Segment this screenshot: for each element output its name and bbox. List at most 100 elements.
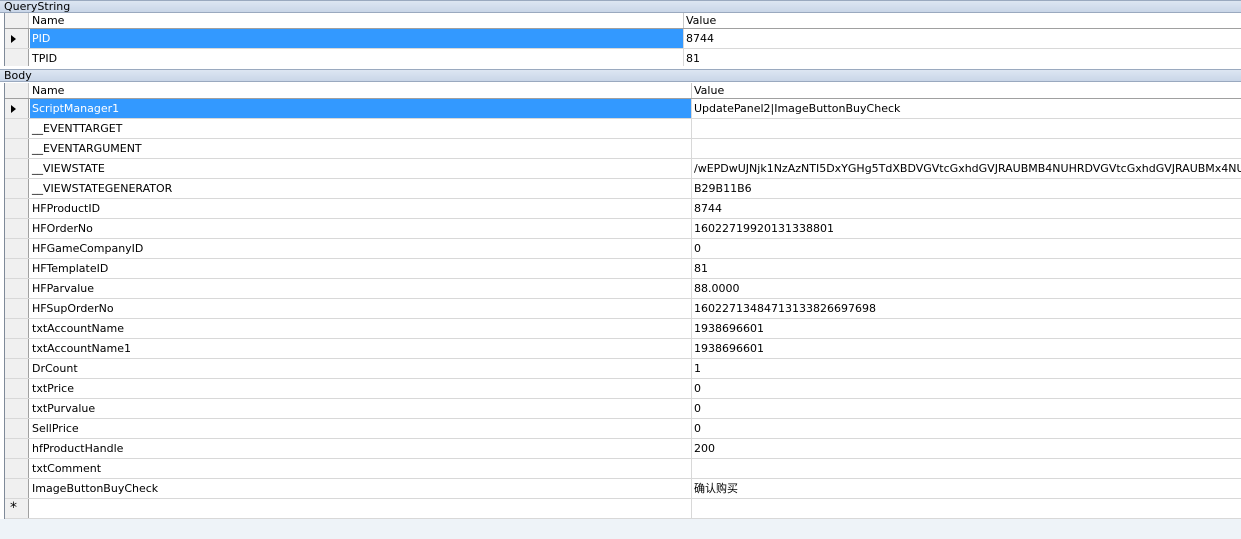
body-row[interactable]: hfProductHandle 200 xyxy=(5,439,1241,459)
grid-empty-area xyxy=(0,519,1241,539)
row-selector[interactable] xyxy=(5,399,29,418)
name-cell[interactable]: __EVENTARGUMENT xyxy=(30,139,692,158)
row-selector[interactable] xyxy=(5,339,29,358)
row-selector[interactable] xyxy=(5,299,29,318)
value-cell[interactable]: 8744 xyxy=(692,199,1241,218)
row-selector[interactable] xyxy=(5,379,29,398)
body-row[interactable]: __EVENTTARGET xyxy=(5,119,1241,139)
row-selector[interactable] xyxy=(5,319,29,338)
value-cell[interactable] xyxy=(692,119,1241,138)
row-selector[interactable] xyxy=(5,259,29,278)
name-cell[interactable]: txtPrice xyxy=(30,379,692,398)
name-cell[interactable]: PID xyxy=(30,29,684,48)
name-cell[interactable]: HFParvalue xyxy=(30,279,692,298)
row-selector[interactable]: * xyxy=(5,499,29,518)
body-row[interactable]: HFSupOrderNo 16022713484713133826697698 xyxy=(5,299,1241,319)
body-row[interactable]: __EVENTARGUMENT xyxy=(5,139,1241,159)
name-cell[interactable]: SellPrice xyxy=(30,419,692,438)
body-row[interactable]: __VIEWSTATE/wEPDwUJNjk1NzAzNTI5DxYGHg5Td… xyxy=(5,159,1241,179)
value-cell[interactable]: 0 xyxy=(692,239,1241,258)
name-cell[interactable]: ImageButtonBuyCheck xyxy=(30,479,692,498)
row-selector[interactable] xyxy=(5,359,29,378)
body-row[interactable]: ScriptManager1 UpdatePanel2|ImageButtonBu… xyxy=(5,99,1241,119)
body-row[interactable]: DrCount 1 xyxy=(5,359,1241,379)
new-row-icon: * xyxy=(10,500,17,516)
name-cell[interactable]: ScriptManager1 xyxy=(30,99,692,118)
row-selector[interactable] xyxy=(5,199,29,218)
name-cell[interactable]: HFOrderNo xyxy=(30,219,692,238)
row-selector[interactable] xyxy=(5,239,29,258)
value-cell[interactable]: 81 xyxy=(692,259,1241,278)
value-cell[interactable]: 16022713484713133826697698 xyxy=(692,299,1241,318)
row-selector[interactable] xyxy=(5,459,29,478)
name-cell[interactable]: TPID xyxy=(30,49,684,66)
value-cell[interactable]: B29B11B6 xyxy=(692,179,1241,198)
name-cell[interactable]: txtAccountName1 xyxy=(30,339,692,358)
querystring-grid[interactable]: Name Value PID 8744 TPID 81 xyxy=(4,13,1241,66)
row-selector[interactable] xyxy=(5,49,29,66)
value-cell[interactable]: /wEPDwUJNjk1NzAzNTI5DxYGHg5TdXBDVGVtcGxh… xyxy=(692,159,1241,178)
value-cell[interactable] xyxy=(692,459,1241,478)
column-header-value[interactable]: Value xyxy=(692,83,1241,98)
body-row[interactable]: __VIEWSTATEGENERATOR B29B11B6 xyxy=(5,179,1241,199)
body-row[interactable]: txtAccountName 1938696601 xyxy=(5,319,1241,339)
row-selector[interactable] xyxy=(5,279,29,298)
querystring-row[interactable]: TPID 81 xyxy=(5,49,1241,66)
row-selector[interactable] xyxy=(5,99,29,118)
name-cell[interactable] xyxy=(30,499,692,518)
row-selector[interactable] xyxy=(5,139,29,158)
body-row[interactable]: txtPurvalue 0 xyxy=(5,399,1241,419)
name-cell[interactable]: HFGameCompanyID xyxy=(30,239,692,258)
body-row[interactable]: HFParvalue 88.0000 xyxy=(5,279,1241,299)
name-cell[interactable]: HFTemplateID xyxy=(30,259,692,278)
name-cell[interactable]: HFSupOrderNo xyxy=(30,299,692,318)
body-row[interactable]: txtAccountName1 1938696601 xyxy=(5,339,1241,359)
body-row[interactable]: txtComment xyxy=(5,459,1241,479)
value-cell[interactable]: 88.0000 xyxy=(692,279,1241,298)
name-cell[interactable]: txtComment xyxy=(30,459,692,478)
row-selector[interactable] xyxy=(5,159,29,178)
value-cell[interactable]: 1938696601 xyxy=(692,319,1241,338)
body-grid[interactable]: Name Value ScriptManager1 UpdatePanel2|Im… xyxy=(4,83,1241,519)
name-cell[interactable]: __EVENTTARGET xyxy=(30,119,692,138)
row-selector[interactable] xyxy=(5,29,29,48)
body-row[interactable]: HFProductID 8744 xyxy=(5,199,1241,219)
row-selector[interactable] xyxy=(5,419,29,438)
row-selector[interactable] xyxy=(5,179,29,198)
querystring-row[interactable]: PID 8744 xyxy=(5,29,1241,49)
value-cell[interactable]: 1 xyxy=(692,359,1241,378)
row-selector[interactable] xyxy=(5,219,29,238)
value-cell[interactable] xyxy=(692,499,1241,518)
row-selector[interactable] xyxy=(5,119,29,138)
column-header-name[interactable]: Name xyxy=(30,13,684,28)
name-cell[interactable]: __VIEWSTATE xyxy=(30,159,692,178)
value-cell[interactable]: 确认购买 xyxy=(692,479,1241,498)
value-cell[interactable]: 1938696601 xyxy=(692,339,1241,358)
value-cell[interactable]: 16022719920131338801 xyxy=(692,219,1241,238)
name-cell[interactable]: DrCount xyxy=(30,359,692,378)
name-cell[interactable]: __VIEWSTATEGENERATOR xyxy=(30,179,692,198)
body-row[interactable]: SellPrice 0 xyxy=(5,419,1241,439)
value-cell[interactable] xyxy=(692,139,1241,158)
value-cell[interactable]: UpdatePanel2|ImageButtonBuyCheck xyxy=(692,99,1241,118)
row-selector[interactable] xyxy=(5,439,29,458)
value-cell[interactable]: 0 xyxy=(692,419,1241,438)
column-header-name[interactable]: Name xyxy=(30,83,692,98)
value-cell[interactable]: 200 xyxy=(692,439,1241,458)
column-header-value[interactable]: Value xyxy=(684,13,1241,28)
body-row[interactable]: HFGameCompanyID 0 xyxy=(5,239,1241,259)
body-row[interactable]: ImageButtonBuyCheck 确认购买 xyxy=(5,479,1241,499)
row-selector[interactable] xyxy=(5,479,29,498)
value-cell[interactable]: 81 xyxy=(684,49,1241,66)
name-cell[interactable]: txtAccountName xyxy=(30,319,692,338)
value-cell[interactable]: 0 xyxy=(692,379,1241,398)
body-row[interactable]: HFTemplateID 81 xyxy=(5,259,1241,279)
name-cell[interactable]: hfProductHandle xyxy=(30,439,692,458)
new-row[interactable]: * xyxy=(5,499,1241,519)
name-cell[interactable]: txtPurvalue xyxy=(30,399,692,418)
body-row[interactable]: txtPrice 0 xyxy=(5,379,1241,399)
value-cell[interactable]: 8744 xyxy=(684,29,1241,48)
value-cell[interactable]: 0 xyxy=(692,399,1241,418)
body-row[interactable]: HFOrderNo 16022719920131338801 xyxy=(5,219,1241,239)
name-cell[interactable]: HFProductID xyxy=(30,199,692,218)
